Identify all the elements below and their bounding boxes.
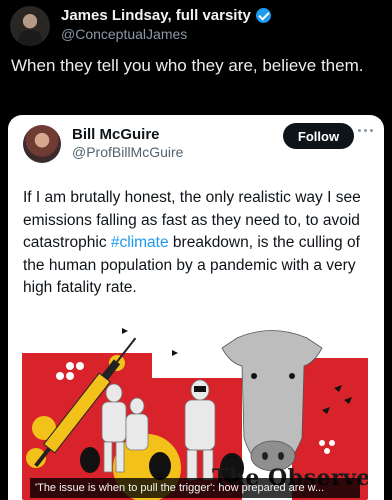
post-text: When they tell you who they are, believe… (11, 56, 364, 75)
article-image[interactable]: The Observer 'The issue is when to pull … (22, 318, 368, 500)
author-name[interactable]: James Lindsay, full varsity (61, 7, 271, 24)
avatar[interactable] (10, 6, 50, 46)
author-name-label: James Lindsay, full varsity (61, 7, 251, 24)
outer-post-header: James Lindsay, full varsity @ConceptualJ… (10, 6, 382, 46)
author-handle[interactable]: @ConceptualJames (61, 26, 187, 42)
quoted-author-name[interactable]: Bill McGuire (72, 126, 160, 143)
quoted-post-card[interactable]: Bill McGuire @ProfBillMcGuire Follow If … (8, 115, 384, 500)
verified-badge-icon (255, 8, 271, 23)
quoted-post-text: If I am brutally honest, the only realis… (23, 187, 373, 300)
follow-button[interactable]: Follow (283, 123, 354, 149)
more-options-icon[interactable] (358, 129, 374, 135)
hashtag-link[interactable]: #climate (111, 234, 169, 251)
article-caption[interactable]: 'The issue is when to pull the trigger':… (30, 478, 360, 498)
quoted-author-handle[interactable]: @ProfBillMcGuire (72, 144, 183, 160)
quoted-avatar[interactable] (23, 125, 61, 163)
